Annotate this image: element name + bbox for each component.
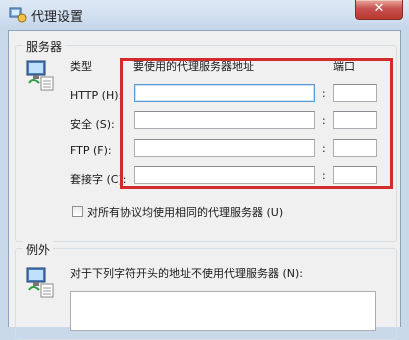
servers-legend: 服务器 <box>23 38 66 55</box>
title-bar: 代理设置 ✕ <box>0 0 409 30</box>
exceptions-legend: 例外 <box>23 241 54 258</box>
port-column-header: 端口 <box>333 60 355 73</box>
exceptions-label: 对于下列字符开头的地址不使用代理服务器 (N): <box>70 267 304 280</box>
same-proxy-label[interactable]: 对所有协议均使用相同的代理服务器 (U) <box>87 204 283 220</box>
socks-address-input[interactable] <box>134 166 315 184</box>
http-address-input[interactable] <box>134 84 315 102</box>
dialog-body: 服务器 类型 要使用的代理服务器地址 端口 HTTP (H): : 安全 (S)… <box>8 30 401 340</box>
ftp-port-input[interactable] <box>333 139 377 157</box>
network-computer-icon <box>26 60 54 91</box>
secure-label: 安全 (S): <box>70 118 115 131</box>
http-port-input[interactable] <box>333 84 377 102</box>
close-button[interactable]: ✕ <box>355 0 403 20</box>
ftp-address-input[interactable] <box>134 139 315 157</box>
network-settings-icon <box>9 7 27 23</box>
secure-port-input[interactable] <box>333 111 377 129</box>
type-column-header: 类型 <box>70 60 92 73</box>
address-column-header: 要使用的代理服务器地址 <box>133 60 254 73</box>
window-title: 代理设置 <box>31 10 84 25</box>
secure-address-input[interactable] <box>134 111 315 129</box>
socks-port-input[interactable] <box>333 166 377 184</box>
same-proxy-checkbox[interactable] <box>72 206 83 217</box>
exceptions-computer-icon <box>26 267 54 298</box>
http-colon: : <box>322 87 326 100</box>
secure-colon: : <box>322 114 326 127</box>
exceptions-textarea[interactable] <box>70 291 376 331</box>
socks-label: 套接字 (C): <box>70 173 127 186</box>
http-label: HTTP (H): <box>70 89 123 102</box>
ftp-label: FTP (F): <box>70 144 112 157</box>
ftp-colon: : <box>322 142 326 155</box>
socks-colon: : <box>322 169 326 182</box>
